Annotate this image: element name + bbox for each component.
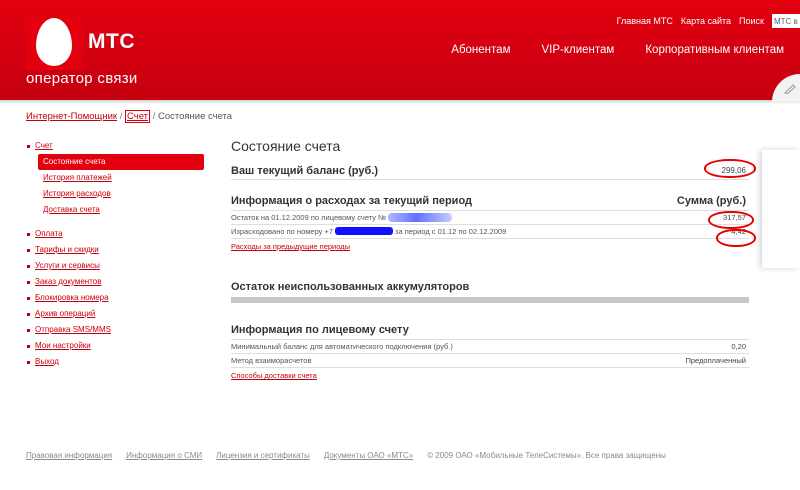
bullet-icon (27, 297, 30, 300)
egg-icon (36, 18, 72, 66)
row-value-min-balance: 0,20 (731, 342, 746, 351)
header-divider (0, 100, 800, 104)
nav-vip-clients[interactable]: VIP-клиентам (541, 44, 614, 56)
sidebar-item-label: Выход (35, 357, 59, 366)
sidebar-item-account[interactable]: Счет (26, 138, 204, 154)
expenses-heading-text: Информация о расходах за текущий период (231, 195, 472, 207)
footer-link-legal[interactable]: Правовая информация (26, 451, 112, 460)
mts-logo[interactable]: МТС (26, 14, 140, 70)
top-link-search[interactable]: Поиск (739, 16, 764, 26)
annotation-circle-remaining (708, 211, 754, 229)
redacted-phone-number (335, 227, 394, 235)
overlay-panel (762, 150, 800, 268)
sidebar-item-label: Мои настройки (35, 341, 91, 350)
row-label: Минимальный баланс для автоматического п… (231, 342, 453, 351)
footer-link-license[interactable]: Лицензия и сертификаты (216, 451, 310, 460)
breadcrumb-account[interactable]: Счет (125, 110, 151, 123)
nav-subscribers[interactable]: Абонентам (451, 44, 510, 56)
breadcrumb-current: Состояние счета (157, 111, 233, 122)
row-label-period: за период с 01.12 по 02.12.2009 (395, 227, 507, 236)
pencil-icon[interactable] (784, 84, 796, 94)
sidebar-item-label: Счет (35, 141, 53, 150)
sidebar-item-archive[interactable]: Архив операций (26, 306, 204, 322)
logo-text: МТС (88, 30, 135, 53)
footer-link-media[interactable]: Информация о СМИ (126, 451, 202, 460)
page-title: Состояние счета (231, 138, 341, 154)
footer: Правовая информация Информация о СМИ Лиц… (26, 451, 666, 460)
sidebar-item-services[interactable]: Услуги и сервисы (26, 258, 204, 274)
footer-link-documents[interactable]: Документы ОАО «МТС» (324, 451, 413, 460)
bullet-icon (27, 249, 30, 252)
sidebar-item-documents[interactable]: Заказ документов (26, 274, 204, 290)
accumulators-heading: Остаток неиспользованных аккумуляторов (231, 281, 470, 293)
account-info-row-method: Метод взаиморасчетов Предоплаченный (231, 354, 749, 368)
sidebar-item-send-sms[interactable]: Отправка SMS/MMS (26, 322, 204, 338)
bullet-icon (27, 313, 30, 316)
row-label: Остаток на 01.12.2009 по лицевому счету … (231, 213, 387, 222)
sidebar-item-payment[interactable]: Оплата (26, 226, 204, 242)
bill-delivery-methods-link[interactable]: Способы доставки счета (231, 368, 749, 384)
annotation-circle-spent (716, 229, 756, 247)
bullet-icon (27, 361, 30, 364)
expense-row-remaining: Остаток на 01.12.2009 по лицевому счету … (231, 211, 749, 225)
row-value-method: Предоплаченный (685, 356, 746, 365)
site-header: МТС оператор связи Главная МТС Карта сай… (0, 0, 800, 100)
main-content: Состояние счета Ваш текущий баланс (руб.… (231, 136, 749, 384)
sidebar-item-label: Услуги и сервисы (35, 261, 100, 270)
nav-corporate-clients[interactable]: Корпоративным клиентам (645, 44, 784, 56)
breadcrumb-separator: / (152, 111, 156, 122)
top-link-home[interactable]: Главная МТС (617, 16, 673, 26)
sum-heading: Сумма (руб.) (676, 195, 746, 207)
row-label: Метод взаиморасчетов (231, 356, 312, 365)
sidebar-submenu: Состояние счета История платежей История… (38, 154, 204, 218)
balance-row: Ваш текущий баланс (руб.) 299,06 (231, 162, 749, 180)
breadcrumb-separator: / (119, 111, 123, 122)
sidebar-item-tariffs[interactable]: Тарифы и скидки (26, 242, 204, 258)
bullet-icon (27, 265, 30, 268)
sidebar-item-label: Блокировка номера (35, 293, 109, 302)
sidebar-item-label: Отправка SMS/MMS (35, 325, 111, 334)
redacted-account-number (388, 213, 453, 222)
sidebar-subitem-account-state[interactable]: Состояние счета (38, 154, 204, 170)
sidebar-subitem-expense-history[interactable]: История расходов (38, 186, 204, 202)
sidebar-subitem-bill-delivery[interactable]: Доставка счета (38, 202, 204, 218)
top-link-sitemap[interactable]: Карта сайта (681, 16, 731, 26)
bullet-icon (27, 281, 30, 284)
top-links: Главная МТС Карта сайта Поиск (617, 14, 800, 28)
sidebar-item-label: Оплата (35, 229, 63, 238)
sidebar-subitem-payment-history[interactable]: История платежей (38, 170, 204, 186)
search-input[interactable] (772, 14, 800, 28)
row-label: Израсходовано по номеру +7 (231, 227, 334, 236)
balance-label: Ваш текущий баланс (руб.) (231, 165, 378, 177)
footer-copyright: © 2009 ОАО «Мобильные ТелеСистемы». Все … (427, 451, 666, 460)
breadcrumb: Интернет-Помощник / Счет / Состояние сче… (26, 110, 233, 123)
account-info-heading: Информация по лицевому счету (231, 324, 409, 336)
breadcrumb-home[interactable]: Интернет-Помощник (26, 111, 117, 122)
sidebar-item-settings[interactable]: Мои настройки (26, 338, 204, 354)
sidebar-item-label: Заказ документов (35, 277, 102, 286)
expenses-heading: Информация о расходах за текущий период … (231, 192, 749, 210)
tagline: оператор связи (26, 70, 138, 87)
expense-row-spent: Израсходовано по номеру +7 за период с 01… (231, 225, 749, 239)
sidebar-item-logout[interactable]: Выход (26, 354, 204, 370)
annotation-circle-balance (704, 159, 756, 178)
bullet-icon (27, 145, 30, 148)
main-nav: Абонентам VIP-клиентам Корпоративным кли… (420, 44, 784, 56)
bullet-icon (27, 345, 30, 348)
sidebar-item-label: Архив операций (35, 309, 96, 318)
sidebar-item-block-number[interactable]: Блокировка номера (26, 290, 204, 306)
bullet-icon (27, 233, 30, 236)
bullet-icon (27, 329, 30, 332)
previous-periods-link[interactable]: Расходы за предыдущие периоды (231, 239, 749, 255)
logo-egg-block (26, 14, 83, 70)
sidebar-item-label: Тарифы и скидки (35, 245, 99, 254)
account-info-row-min-balance: Минимальный баланс для автоматического п… (231, 340, 749, 354)
sidebar: Счет Состояние счета История платежей Ис… (26, 138, 204, 370)
